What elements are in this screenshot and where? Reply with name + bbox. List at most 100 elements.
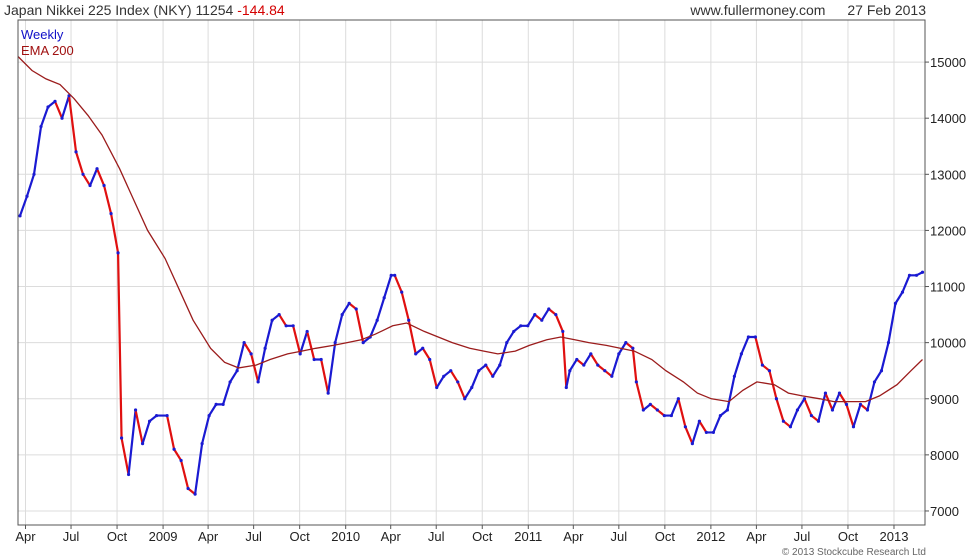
weekly-point [753, 335, 758, 339]
weekly-point [886, 341, 891, 345]
weekly-segment [589, 352, 599, 367]
weekly-point [53, 99, 57, 103]
y-tick-label: 14000 [930, 111, 966, 126]
weekly-point [634, 380, 638, 384]
x-tick-label: Oct [107, 529, 128, 544]
weekly-point [760, 363, 765, 367]
x-tick-label: 2011 [514, 529, 542, 544]
weekly-segment [698, 420, 708, 434]
weekly-point [165, 413, 169, 418]
weekly-point [305, 329, 309, 334]
x-tick-label: Apr [746, 529, 767, 544]
weekly-segment [257, 347, 267, 384]
weekly-segment [39, 105, 50, 128]
weekly-segment [817, 392, 827, 423]
series [17, 56, 925, 496]
weekly-point [463, 397, 467, 401]
weekly-point [186, 486, 190, 491]
x-tick-label: Oct [290, 529, 311, 544]
weekly-point [589, 352, 593, 356]
weekly-point [74, 150, 78, 154]
x-tick-label: Oct [655, 529, 676, 544]
weekly-point [109, 211, 113, 216]
weekly-point [200, 442, 204, 446]
weekly-point [655, 408, 659, 412]
weekly-point [809, 413, 814, 418]
weekly-point [648, 402, 652, 406]
weekly-segment [250, 352, 260, 384]
weekly-point [172, 447, 176, 451]
weekly-segment [134, 408, 144, 445]
weekly-point [851, 425, 856, 429]
weekly-segment [222, 380, 232, 406]
x-tick-label: 2010 [331, 529, 360, 544]
weekly-point [133, 408, 138, 412]
weekly-segment [278, 313, 288, 327]
weekly-point [102, 183, 106, 188]
weekly-point [126, 472, 131, 477]
weekly-segment [526, 313, 536, 327]
weekly-point [32, 172, 36, 176]
weekly-segment [74, 150, 85, 176]
weekly-point [333, 341, 337, 345]
weekly-point [154, 413, 159, 418]
weekly-point [95, 167, 99, 171]
weekly-segment [456, 380, 466, 400]
weekly-point [312, 357, 316, 362]
weekly-point [669, 413, 673, 418]
y-tick-label: 7000 [930, 504, 959, 519]
weekly-point [147, 419, 152, 423]
weekly-point [119, 436, 124, 440]
weekly-segment [400, 291, 410, 322]
weekly-segment [102, 184, 113, 215]
weekly-point [526, 324, 530, 328]
weekly-point [400, 290, 404, 294]
weekly-point [739, 352, 743, 356]
x-tick-label: Jul [611, 529, 628, 544]
weekly-point [920, 270, 925, 274]
weekly-segment [803, 397, 813, 417]
weekly-segment [796, 397, 806, 412]
x-tick-label: 2013 [880, 529, 909, 544]
weekly-segment [141, 420, 151, 445]
weekly-point [554, 312, 558, 317]
weekly-point [421, 346, 425, 350]
weekly-point [375, 318, 379, 322]
weekly-point [858, 402, 863, 406]
y-tick-label: 12000 [930, 223, 966, 238]
weekly-segment [449, 369, 459, 384]
weekly-point [900, 290, 905, 294]
weekly-point [449, 369, 453, 373]
weekly-segment [726, 375, 736, 412]
weekly-segment [631, 347, 638, 384]
weekly-point [214, 402, 218, 406]
axes: 7000 8000 9000 10000 11000 12000 13000 14000 150… [15, 19, 966, 544]
weekly-segment [463, 386, 473, 400]
weekly-point [704, 430, 708, 435]
weekly-segment [470, 369, 480, 389]
x-tick-label: Jul [245, 529, 262, 544]
weekly-segment [334, 313, 344, 344]
weekly-point [347, 301, 351, 305]
weekly-point [354, 307, 358, 311]
weekly-segment [53, 100, 64, 120]
weekly-point [207, 413, 211, 418]
plot-frame [17, 19, 926, 526]
weekly-segment [229, 369, 239, 384]
weekly-segment [88, 167, 99, 187]
weekly-segment [789, 408, 799, 428]
weekly-point [393, 273, 397, 277]
weekly-segment [95, 167, 106, 187]
weekly-point [407, 318, 411, 322]
weekly-segment [376, 296, 386, 322]
weekly-segment [491, 363, 501, 378]
weekly-segment [292, 324, 302, 355]
weekly-point [893, 301, 898, 305]
weekly-segment [873, 369, 883, 384]
legend-weekly: Weekly [21, 27, 64, 42]
weekly-point [235, 369, 239, 373]
weekly-segment [740, 335, 750, 355]
x-tick-label: Oct [838, 529, 859, 544]
weekly-point [540, 318, 544, 322]
weekly-point [802, 397, 807, 401]
